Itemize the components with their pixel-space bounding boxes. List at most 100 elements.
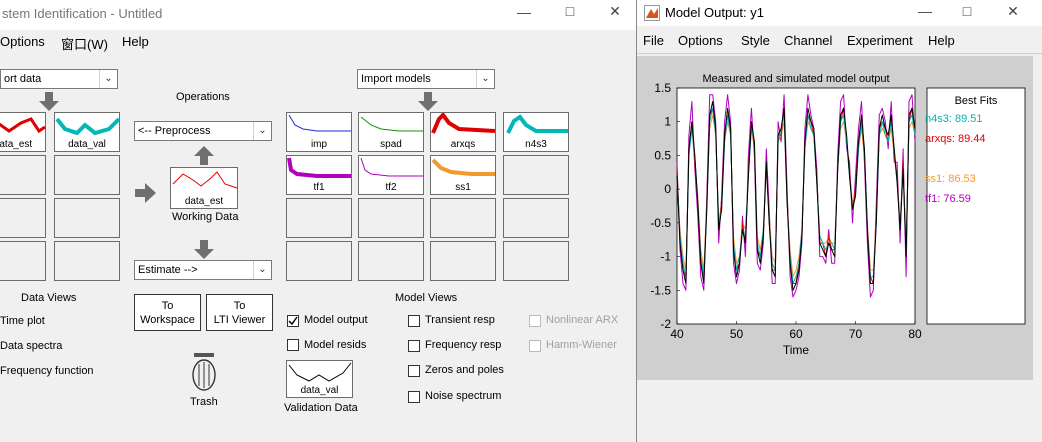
model-tile-arxqs[interactable]: arxqs bbox=[430, 112, 496, 152]
to-workspace-button[interactable]: To Workspace bbox=[134, 294, 201, 331]
model-tile-empty[interactable] bbox=[430, 241, 496, 281]
hamm-wiener-label: Hamm-Wiener bbox=[546, 339, 617, 351]
data-tile-empty[interactable] bbox=[0, 241, 46, 281]
trash-icon[interactable] bbox=[190, 352, 218, 394]
model-output-chart[interactable]: Measured and simulated model output 40 50 6… bbox=[637, 56, 1033, 380]
working-data-curve bbox=[172, 171, 238, 189]
import-data-select[interactable]: ort data ⌄ bbox=[0, 69, 118, 89]
y-tick-label: 1 bbox=[664, 115, 671, 129]
data-view-spectra[interactable]: Data spectra bbox=[0, 340, 62, 352]
to-lti-line2: LTI Viewer bbox=[213, 314, 266, 326]
import-models-select[interactable]: Import models ⌄ bbox=[357, 69, 495, 89]
to-workspace-line2: Workspace bbox=[140, 314, 195, 326]
model-tile-n4s3[interactable]: n4s3 bbox=[503, 112, 569, 152]
minimize-icon[interactable]: — bbox=[913, 3, 937, 19]
down-arrow-icon bbox=[418, 92, 438, 111]
data-tile-empty[interactable] bbox=[0, 198, 46, 238]
model-tile-imp[interactable]: imp bbox=[286, 112, 352, 152]
menu-options[interactable]: Options bbox=[0, 34, 45, 49]
hamm-wiener-checkbox[interactable] bbox=[529, 340, 541, 352]
menu-help[interactable]: Help bbox=[928, 33, 955, 48]
model-resids-label: Model resids bbox=[304, 339, 367, 351]
model-tile-tf2[interactable]: tf2 bbox=[358, 155, 424, 195]
y-tick-label: -0.5 bbox=[650, 216, 671, 230]
legend-entry: ss1: 86.53 bbox=[925, 173, 976, 185]
model-output-window: Model Output: y1 — □ ✕ File Options Styl… bbox=[636, 0, 1042, 442]
to-lti-viewer-button[interactable]: To LTI Viewer bbox=[206, 294, 273, 331]
matlab-figure-icon bbox=[644, 5, 660, 21]
preprocess-value: <-- Preprocess bbox=[138, 125, 211, 137]
model-tile-empty[interactable] bbox=[358, 241, 424, 281]
menu-channel[interactable]: Channel bbox=[784, 33, 832, 48]
close-icon[interactable]: ✕ bbox=[1001, 3, 1025, 20]
model-resids-checkbox[interactable] bbox=[287, 339, 299, 351]
estimate-value: Estimate --> bbox=[138, 264, 198, 276]
transient-resp-label: Transient resp bbox=[425, 314, 495, 326]
data-tile-empty[interactable] bbox=[54, 241, 120, 281]
down-arrow-icon bbox=[39, 92, 59, 111]
to-workspace-line1: To bbox=[161, 300, 174, 312]
maximize-icon[interactable]: □ bbox=[558, 3, 582, 19]
noise-spectrum-label: Noise spectrum bbox=[425, 390, 502, 402]
legend-title: Best Fits bbox=[955, 95, 998, 107]
model-tile-empty[interactable] bbox=[286, 198, 352, 238]
model-tile-tf1[interactable]: tf1 bbox=[286, 155, 352, 195]
menu-style[interactable]: Style bbox=[741, 33, 770, 48]
model-tile-empty[interactable] bbox=[358, 198, 424, 238]
figure-canvas: Measured and simulated model output 40 50 6… bbox=[637, 56, 1033, 380]
y-tick-label: -1 bbox=[660, 250, 671, 264]
menu-experiment[interactable]: Experiment bbox=[847, 33, 913, 48]
menu-window[interactable]: 窗口(W) bbox=[61, 34, 108, 53]
operations-label: Operations bbox=[176, 91, 230, 103]
right-arrow-icon bbox=[135, 183, 156, 203]
maximize-icon[interactable]: □ bbox=[955, 3, 979, 19]
minimize-icon[interactable]: — bbox=[512, 4, 536, 20]
model-tile-empty[interactable] bbox=[430, 198, 496, 238]
model-tile-empty[interactable] bbox=[286, 241, 352, 281]
estimate-select[interactable]: Estimate --> ⌄ bbox=[134, 260, 272, 280]
preprocess-select[interactable]: <-- Preprocess ⌄ bbox=[134, 121, 272, 141]
data-view-time-plot[interactable]: Time plot bbox=[0, 315, 45, 327]
model-tile-empty[interactable] bbox=[503, 241, 569, 281]
menu-options[interactable]: Options bbox=[678, 33, 723, 48]
model-tile-label: spad bbox=[380, 139, 402, 150]
model-output-checkbox[interactable] bbox=[287, 315, 299, 327]
legend-entry: tf1: 76.59 bbox=[925, 193, 971, 205]
noise-spectrum-checkbox[interactable] bbox=[408, 391, 420, 403]
down-arrow-icon bbox=[194, 240, 214, 259]
nonlinear-arx-checkbox[interactable] bbox=[529, 315, 541, 327]
close-icon[interactable]: ✕ bbox=[603, 3, 627, 20]
x-tick-label: 80 bbox=[908, 327, 922, 341]
chevron-down-icon: ⌄ bbox=[253, 122, 271, 140]
model-tile-ss1[interactable]: ss1 bbox=[430, 155, 496, 195]
y-tick-label: 0.5 bbox=[654, 148, 671, 162]
working-data-tile-label: data_est bbox=[184, 196, 224, 207]
transient-resp-checkbox[interactable] bbox=[408, 315, 420, 327]
validation-data-tile[interactable]: data_val bbox=[286, 360, 353, 398]
y-tick-label: 1.5 bbox=[654, 81, 671, 95]
model-tile-empty[interactable] bbox=[503, 198, 569, 238]
data-tile-data-est[interactable]: data_est bbox=[0, 112, 46, 152]
data-tile-empty[interactable] bbox=[0, 155, 46, 195]
data-tile-empty[interactable] bbox=[54, 155, 120, 195]
validation-data-label: Validation Data bbox=[284, 402, 358, 414]
model-tile-label: n4s3 bbox=[525, 139, 547, 150]
y-tick-label: 0 bbox=[664, 182, 671, 196]
menu-divider bbox=[637, 53, 1042, 54]
model-output-label: Model output bbox=[304, 314, 368, 326]
data-tile-empty[interactable] bbox=[54, 198, 120, 238]
legend-entry: arxqs: 89.44 bbox=[925, 133, 986, 145]
data-tile-label: data_est bbox=[0, 139, 33, 150]
working-data-tile[interactable]: data_est bbox=[170, 167, 238, 209]
model-tile-spad[interactable]: spad bbox=[358, 112, 424, 152]
y-tick-label: -1.5 bbox=[650, 283, 671, 297]
model-output-titlebar: Model Output: y1 — □ ✕ bbox=[637, 0, 1042, 26]
zeros-poles-checkbox[interactable] bbox=[408, 365, 420, 377]
data-tile-data-val[interactable]: data_val bbox=[54, 112, 121, 152]
model-tile-label: tf2 bbox=[385, 182, 397, 193]
frequency-resp-checkbox[interactable] bbox=[408, 340, 420, 352]
menu-help[interactable]: Help bbox=[122, 34, 149, 49]
model-tile-empty[interactable] bbox=[503, 155, 569, 195]
menu-file[interactable]: File bbox=[643, 33, 664, 48]
data-view-frequency-function[interactable]: Frequency function bbox=[0, 365, 94, 377]
